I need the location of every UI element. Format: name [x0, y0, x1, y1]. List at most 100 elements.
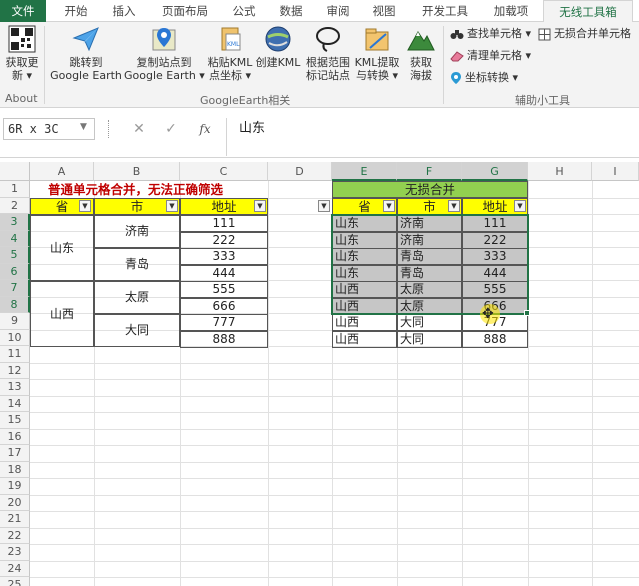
row-header-17[interactable]: 17: [0, 445, 30, 462]
col-header-d[interactable]: D: [268, 162, 332, 181]
filter-dropdown-icon[interactable]: ▼: [514, 200, 526, 212]
col-header-h[interactable]: H: [528, 162, 592, 181]
row-header-14[interactable]: 14: [0, 395, 30, 412]
left-address-cell[interactable]: 222: [180, 231, 268, 249]
row-header-25[interactable]: 25: [0, 577, 30, 586]
kml-extract-button[interactable]: KML提取 与转换 ▾: [354, 24, 400, 82]
tab-view[interactable]: 视图: [366, 0, 402, 22]
right-table-cell[interactable]: 山西: [332, 330, 397, 348]
row-header-23[interactable]: 23: [0, 544, 30, 561]
right-table-cell[interactable]: 333: [462, 248, 528, 265]
coord-convert-button[interactable]: 坐标转换 ▾: [450, 69, 518, 87]
tab-developer[interactable]: 开发工具: [413, 0, 477, 22]
row-header-22[interactable]: 22: [0, 527, 30, 544]
find-cell-button[interactable]: 查找单元格 ▾: [450, 25, 531, 43]
right-table-cell[interactable]: 济南: [397, 231, 462, 249]
formula-input[interactable]: 山东: [226, 118, 636, 156]
col-header-a[interactable]: A: [30, 162, 94, 181]
col-header-f[interactable]: F: [397, 162, 462, 181]
filter-dropdown-icon[interactable]: ▼: [166, 200, 178, 212]
row-header-18[interactable]: 18: [0, 461, 30, 478]
row-header-20[interactable]: 20: [0, 494, 30, 511]
jump-google-earth-button[interactable]: 跳转到 Google Earth: [50, 24, 122, 82]
filter-dropdown-icon[interactable]: ▼: [383, 200, 395, 212]
tab-review[interactable]: 审阅: [320, 0, 356, 22]
row-header-10[interactable]: 10: [0, 329, 30, 346]
merged-province-shanxi[interactable]: 山西: [30, 281, 94, 347]
get-update-button[interactable]: 获取更 新 ▾: [2, 24, 42, 82]
left-address-cell[interactable]: 333: [180, 248, 268, 265]
left-address-cell[interactable]: 444: [180, 264, 268, 282]
left-address-cell[interactable]: 555: [180, 281, 268, 298]
merged-city-jinan[interactable]: 济南: [94, 215, 180, 248]
tab-insert[interactable]: 插入: [104, 0, 144, 22]
col-header-b[interactable]: B: [94, 162, 180, 181]
row-header-11[interactable]: 11: [0, 346, 30, 363]
right-table-cell[interactable]: 山东: [332, 231, 397, 249]
tab-data[interactable]: 数据: [273, 0, 309, 22]
right-table-cell[interactable]: 山西: [332, 297, 397, 315]
right-table-cell[interactable]: 山西: [332, 281, 397, 298]
row-header-4[interactable]: 4: [0, 230, 30, 247]
col-header-c[interactable]: C: [180, 162, 268, 181]
enter-icon[interactable]: ✓: [160, 118, 182, 140]
right-table-cell[interactable]: 山西: [332, 314, 397, 331]
col-header-e[interactable]: E: [332, 162, 397, 181]
tab-addins[interactable]: 加载项: [487, 0, 535, 22]
select-all-corner[interactable]: [0, 162, 30, 181]
formula-bar-grip[interactable]: [108, 120, 110, 138]
row-header-12[interactable]: 12: [0, 362, 30, 379]
row-header-9[interactable]: 9: [0, 313, 30, 330]
right-table-cell[interactable]: 济南: [397, 215, 462, 232]
filter-dropdown-icon[interactable]: ▼: [448, 200, 460, 212]
merged-city-datong[interactable]: 大同: [94, 314, 180, 347]
filter-dropdown-icon[interactable]: ▼: [79, 200, 91, 212]
merged-city-qingdao[interactable]: 青岛: [94, 248, 180, 281]
row-header-13[interactable]: 13: [0, 379, 30, 396]
row-header-3[interactable]: 3: [0, 214, 30, 231]
right-table-cell[interactable]: 青岛: [397, 248, 462, 265]
create-kml-button[interactable]: 创建KML: [255, 24, 301, 69]
right-table-cell[interactable]: 大同: [397, 330, 462, 348]
right-table-cell[interactable]: 222: [462, 231, 528, 249]
row-header-8[interactable]: 8: [0, 296, 30, 313]
right-table-cell[interactable]: 555: [462, 281, 528, 298]
mark-range-button[interactable]: 根据范围 标记站点: [304, 24, 352, 82]
row-header-2[interactable]: 2: [0, 197, 30, 214]
name-box-dropdown-icon[interactable]: ▼: [80, 122, 87, 132]
row-header-6[interactable]: 6: [0, 263, 30, 280]
tab-page-layout[interactable]: 页面布局: [153, 0, 217, 22]
right-table-cell[interactable]: 山东: [332, 264, 397, 282]
right-table-cell[interactable]: 山东: [332, 248, 397, 265]
col-header-i[interactable]: I: [592, 162, 639, 181]
right-table-cell[interactable]: 太原: [397, 281, 462, 298]
row-header-24[interactable]: 24: [0, 560, 30, 577]
tab-wireless-toolbox[interactable]: 无线工具箱: [543, 0, 633, 23]
right-table-cell[interactable]: 111: [462, 215, 528, 232]
fill-handle[interactable]: [524, 310, 530, 316]
left-address-cell[interactable]: 888: [180, 330, 268, 348]
cancel-icon[interactable]: ✕: [128, 118, 150, 140]
right-table-cell[interactable]: 山东: [332, 215, 397, 232]
row-header-5[interactable]: 5: [0, 247, 30, 264]
right-table-cell[interactable]: 太原: [397, 297, 462, 315]
right-table-cell[interactable]: 大同: [397, 314, 462, 331]
left-address-cell[interactable]: 777: [180, 314, 268, 331]
filter-dropdown-icon[interactable]: ▼: [318, 200, 330, 212]
row-header-19[interactable]: 19: [0, 478, 30, 495]
filter-dropdown-icon[interactable]: ▼: [254, 200, 266, 212]
left-address-cell[interactable]: 111: [180, 215, 268, 232]
lossless-merge-button[interactable]: 无损合并单元格: [538, 25, 631, 43]
tab-home[interactable]: 开始: [56, 0, 96, 22]
tab-formulas[interactable]: 公式: [226, 0, 262, 22]
get-altitude-button[interactable]: 获取 海拔: [403, 24, 439, 82]
row-header-15[interactable]: 15: [0, 412, 30, 429]
merged-city-taiyuan[interactable]: 太原: [94, 281, 180, 314]
right-table-cell[interactable]: 444: [462, 264, 528, 282]
row-header-21[interactable]: 21: [0, 511, 30, 528]
insert-function-icon[interactable]: fx: [194, 118, 216, 140]
tab-file[interactable]: 文件: [0, 0, 46, 22]
paste-kml-button[interactable]: KML 粘贴KML 点坐标 ▾: [206, 24, 254, 82]
clean-cell-button[interactable]: 清理单元格 ▾: [450, 47, 531, 65]
row-header-1[interactable]: 1: [0, 181, 30, 198]
